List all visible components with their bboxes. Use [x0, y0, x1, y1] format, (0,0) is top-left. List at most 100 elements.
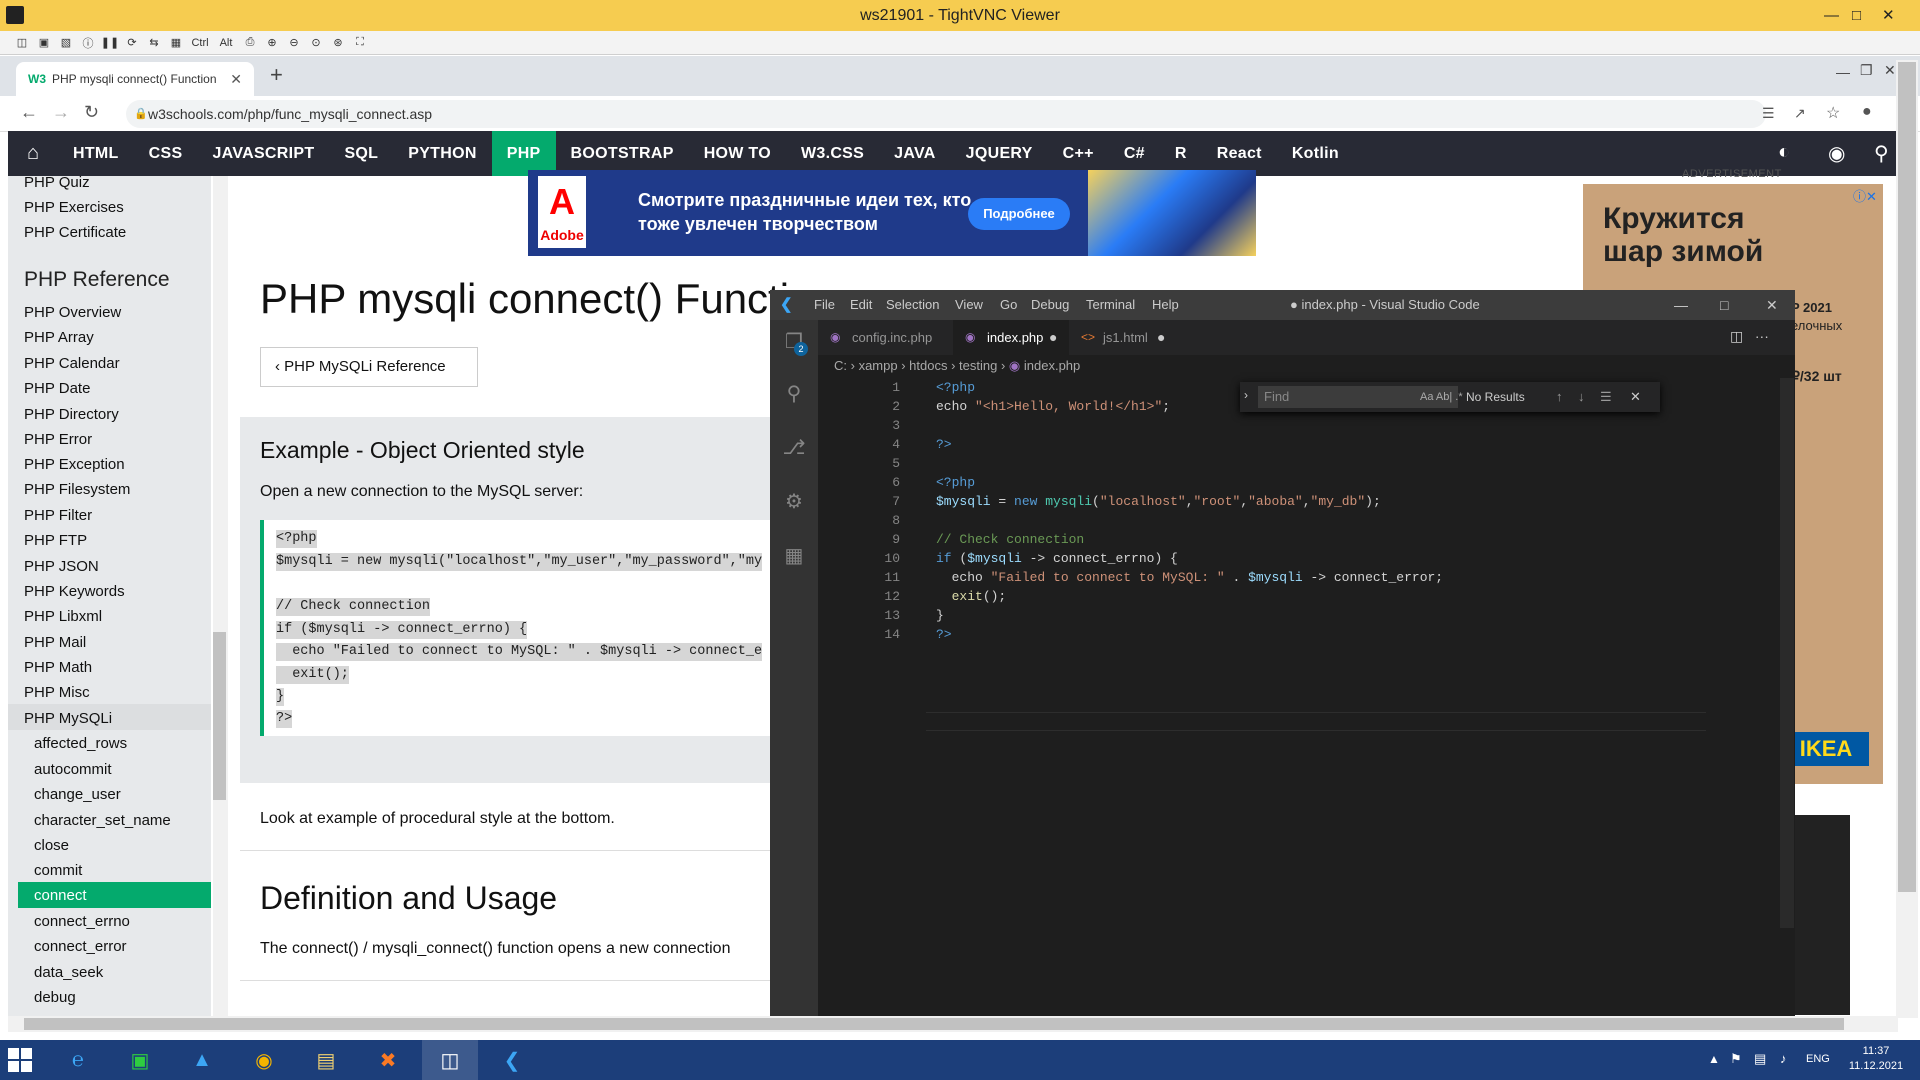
minimize-icon[interactable]: — [1824, 0, 1839, 31]
breadcrumb-item[interactable]: index.php [1024, 358, 1080, 373]
zoom-fit-icon[interactable]: ⊛ [330, 35, 346, 51]
menu-go[interactable]: Go [1000, 290, 1017, 320]
sidebar-item[interactable]: PHP Exception [24, 456, 125, 473]
browser-restore-icon[interactable]: ❐ [1860, 62, 1873, 79]
dark-mode-icon[interactable]: ◐ [1778, 141, 1790, 164]
vscode-minimize-icon[interactable]: — [1674, 290, 1688, 320]
search-icon[interactable]: ⚲ [782, 382, 806, 406]
forward-icon[interactable]: → [52, 102, 70, 123]
debug-icon[interactable]: ⚙ [782, 490, 806, 514]
tray-flag-icon[interactable]: ⚑ [1730, 1051, 1742, 1067]
breadcrumb-item[interactable]: C: [834, 358, 847, 373]
ctrl-button[interactable]: Ctrl [190, 35, 210, 51]
sidebar-item[interactable]: PHP Calendar [24, 355, 120, 372]
fullscreen-icon[interactable]: ⛶ [352, 35, 368, 51]
sidebar-item[interactable]: PHP Error [24, 431, 92, 448]
menu-help[interactable]: Help [1152, 290, 1179, 320]
clock[interactable]: 11:37 11.12.2021 [1840, 1044, 1912, 1074]
nav-css[interactable]: CSS [134, 131, 198, 176]
back-icon[interactable]: ← [20, 102, 38, 123]
pause-icon[interactable]: ❚❚ [101, 35, 119, 51]
sidebar-subitem[interactable]: autocommit [34, 761, 112, 778]
new-conn-icon[interactable]: ◫ [14, 35, 30, 51]
info-icon[interactable]: ⓘ [80, 35, 96, 51]
maximize-icon[interactable]: □ [1852, 0, 1861, 31]
new-tab-icon[interactable]: + [270, 62, 283, 88]
share-icon[interactable]: ↗ [1794, 105, 1806, 122]
start-button[interactable] [8, 1048, 32, 1072]
browser-close-icon[interactable]: ✕ [1884, 62, 1896, 79]
language-indicator[interactable]: ENG [1806, 1053, 1830, 1065]
tab-close-icon[interactable]: ✕ [230, 62, 242, 96]
vscode-taskbar-icon[interactable]: ❮ [484, 1040, 540, 1080]
sidebar-item[interactable]: PHP Libxml [24, 608, 102, 625]
sidebar-item[interactable]: PHP JSON [24, 558, 99, 575]
nav-sql[interactable]: SQL [329, 131, 393, 176]
sidebar-item[interactable]: PHP FTP [24, 532, 87, 549]
sidebar-item[interactable]: PHP Array [24, 329, 94, 346]
menu-file[interactable]: File [814, 290, 835, 320]
url-field[interactable]: 🔒 w3schools.com/php/func_mysqli_connect.… [126, 100, 1766, 128]
sidebar-item[interactable]: PHP Date [24, 380, 90, 397]
sidebar-scrollbar[interactable] [213, 176, 228, 1016]
tab-config-inc[interactable]: ◉ config.inc.php [818, 320, 953, 355]
sidebar-subitem[interactable]: affected_rows [34, 735, 127, 752]
ad-button[interactable]: Подробнее [968, 198, 1070, 230]
sidebar-subitem[interactable]: change_user [34, 786, 121, 803]
toggle-replace-icon[interactable]: › [1244, 388, 1248, 402]
sidebar-subitem[interactable]: debug [34, 989, 76, 1006]
ie-icon[interactable]: ℮ [50, 1040, 106, 1080]
bookmark-star-icon[interactable]: ☆ [1826, 103, 1840, 123]
nav-kotlin[interactable]: Kotlin [1277, 131, 1354, 176]
source-control-icon[interactable]: ⎇ [782, 436, 806, 460]
sidebar-subitem[interactable]: connect_error [34, 938, 127, 955]
sidebar-item[interactable]: PHP Mail [24, 634, 86, 651]
sidebar-item[interactable]: PHP Quiz [24, 176, 90, 191]
unsaved-dot-icon[interactable]: ● [1157, 320, 1165, 355]
store-icon[interactable]: ▣ [112, 1040, 168, 1080]
split-editor-icon[interactable]: ◫ ··· [1730, 328, 1769, 345]
horizontal-scroll-thumb[interactable] [24, 1018, 1844, 1030]
tray-volume-icon[interactable]: ♪ [1780, 1051, 1787, 1066]
sidebar-subitem[interactable]: data_seek [34, 964, 103, 981]
sidebar-subitem[interactable]: close [34, 837, 69, 854]
tab-index-php[interactable]: ◉ index.php ● [953, 320, 1069, 355]
sidebar-active-item[interactable]: connect [18, 882, 211, 908]
page-scroll-thumb[interactable] [1898, 62, 1916, 892]
breadcrumb-item[interactable]: htdocs [909, 358, 947, 373]
sidebar-item[interactable]: PHP Directory [24, 406, 119, 423]
sidebar-subitem[interactable]: connect_errno [34, 913, 130, 930]
extensions-icon[interactable]: ▦ [782, 544, 806, 568]
menu-debug[interactable]: Debug [1031, 290, 1069, 320]
sidebar-item[interactable]: PHP Exercises [24, 199, 124, 216]
vscode-close-icon[interactable]: ✕ [1766, 290, 1778, 320]
profile-icon[interactable]: ● [1862, 103, 1872, 121]
sidebar-subitem[interactable]: character_set_name [34, 812, 171, 829]
xampp-icon[interactable]: ✖ [360, 1040, 416, 1080]
nav-html[interactable]: HTML [58, 131, 134, 176]
find-options[interactable]: Aa Ab| .* [1420, 386, 1463, 408]
browser-tab[interactable]: W3 PHP mysqli connect() Function ✕ [16, 62, 254, 96]
sidebar-item[interactable]: PHP Keywords [24, 583, 125, 600]
home-icon[interactable]: ⌂ [8, 142, 58, 165]
find-in-selection-icon[interactable]: ☰ [1600, 382, 1612, 412]
sidebar-item[interactable]: PHP Filesystem [24, 481, 130, 498]
tightvnc-icon[interactable]: ◫ [422, 1040, 478, 1080]
refresh-icon[interactable]: ⟳ [124, 35, 140, 51]
explorer-icon[interactable]: ▤ [298, 1040, 354, 1080]
find-close-icon[interactable]: ✕ [1630, 382, 1641, 412]
menu-selection[interactable]: Selection [886, 290, 939, 320]
nav-javascript[interactable]: JAVASCRIPT [197, 131, 329, 176]
previous-match-icon[interactable]: ↑ [1556, 382, 1563, 412]
sidebar-item-mysqli[interactable]: PHP MySQLi [24, 710, 112, 727]
tray-arrow-icon[interactable]: ▲ [1708, 1052, 1720, 1066]
editor-scrollbar[interactable] [1780, 378, 1794, 928]
menu-terminal[interactable]: Terminal [1086, 290, 1135, 320]
menu-edit[interactable]: Edit [850, 290, 872, 320]
sidebar-item[interactable]: PHP Math [24, 659, 92, 676]
translate-icon[interactable]: ☰ [1762, 105, 1775, 122]
tab-js1-html[interactable]: <> js1.html ● [1069, 320, 1179, 355]
breadcrumb-item[interactable]: testing [959, 358, 997, 373]
code-editor[interactable]: 1 2 3 4 5 6 7 8 9 10 11 12 13 14 <?php e… [818, 378, 1795, 1016]
close-icon[interactable]: ✕ [1882, 0, 1895, 31]
